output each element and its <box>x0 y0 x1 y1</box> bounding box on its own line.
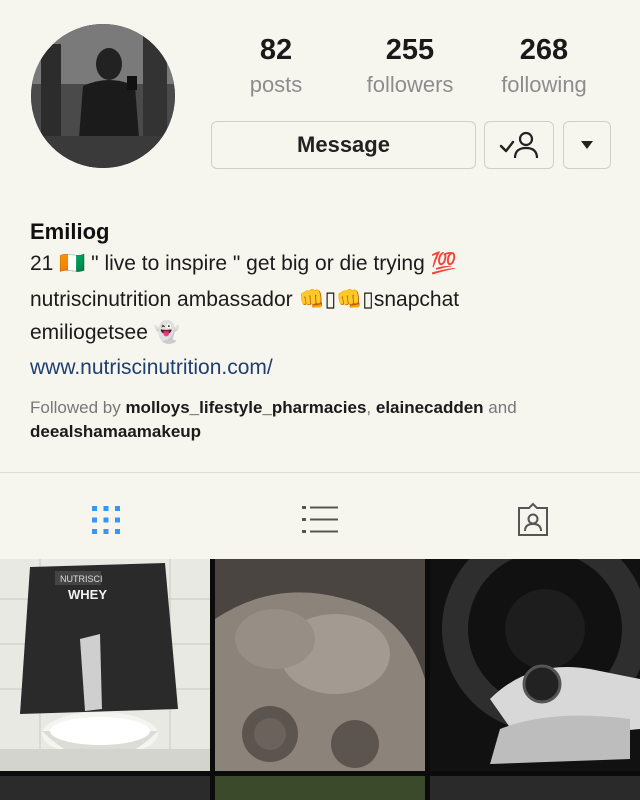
avatar-photo <box>31 24 175 168</box>
followed-by-user-1[interactable]: molloys_lifestyle_pharmacies <box>125 398 366 417</box>
grid-icon <box>92 506 120 534</box>
following-count: 268 <box>519 34 569 66</box>
followers-stat[interactable]: 255 followers <box>352 32 468 102</box>
tagged-icon <box>518 502 548 536</box>
following-toggle-button[interactable] <box>484 121 554 169</box>
followed-by-user-2[interactable]: elainecadden <box>376 398 484 417</box>
message-button-label: Message <box>297 132 390 157</box>
followers-count: 255 <box>385 34 435 66</box>
tab-grid[interactable] <box>82 496 130 544</box>
person-check-icon <box>499 131 539 159</box>
grid-post-2[interactable] <box>215 559 425 771</box>
bio-line-2: nutriscinutrition ambassador 👊▯👊▯snapcha… <box>30 288 460 311</box>
followed-by-conjunction: and <box>483 398 517 417</box>
grid-post-6[interactable] <box>430 776 640 800</box>
profile-avatar[interactable] <box>31 24 175 168</box>
profile-website-link[interactable]: www.nutriscinutrition.com/ <box>30 356 273 380</box>
following-stat[interactable]: 268 following <box>488 32 600 102</box>
section-divider <box>0 472 640 473</box>
posts-stat: 82 posts <box>230 32 322 102</box>
followed-by-text: Followed by molloys_lifestyle_pharmacies… <box>30 396 620 444</box>
steering-wheel-photo <box>430 559 640 771</box>
grid-post-3[interactable] <box>430 559 640 771</box>
whey-protein-photo: NUTRISCI WHEY <box>0 559 210 771</box>
followed-by-prefix: Followed by <box>30 398 126 417</box>
grid-post-5[interactable] <box>215 776 425 800</box>
photo-grid: NUTRISCI WHEY <box>0 559 640 800</box>
posts-count: 82 <box>259 34 293 66</box>
bio-line-3: emiliogetsee 👻 <box>30 321 180 344</box>
posts-label: posts <box>249 72 303 97</box>
profile-username: Emiliog <box>30 219 110 244</box>
bag-whey-text: WHEY <box>68 587 107 602</box>
followed-by-user-3[interactable]: deealshamaamakeup <box>30 422 201 441</box>
followers-label: followers <box>366 72 454 97</box>
shoulder-photo <box>215 559 425 771</box>
list-icon <box>302 506 338 533</box>
followed-by-separator: , <box>366 398 376 417</box>
message-button[interactable]: Message <box>211 121 476 169</box>
bag-brand-text: NUTRISCI <box>60 574 103 584</box>
bio-line-1: 21 🇨🇮 " live to inspire " get big or die… <box>30 252 457 275</box>
more-options-button[interactable] <box>563 121 611 169</box>
following-label: following <box>501 72 587 97</box>
grid-post-4[interactable] <box>0 776 210 800</box>
tab-list[interactable] <box>296 496 344 544</box>
tab-tagged[interactable] <box>509 496 557 544</box>
grid-post-1[interactable]: NUTRISCI WHEY <box>0 559 210 771</box>
caret-down-icon <box>581 141 593 149</box>
